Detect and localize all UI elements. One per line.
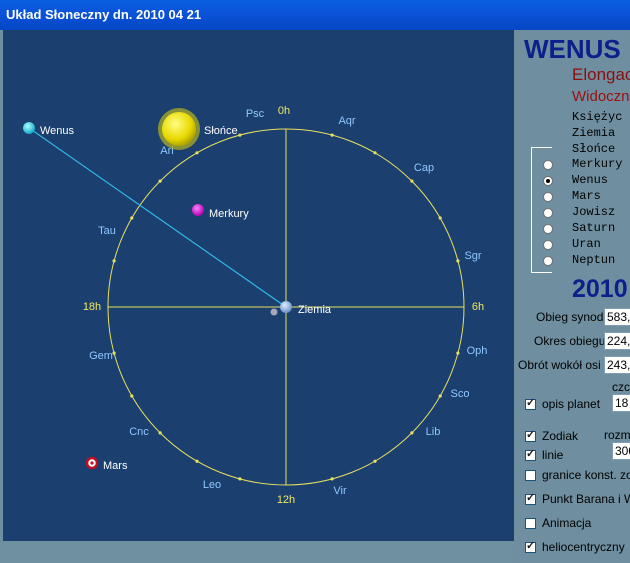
zodiac-label-sco: Sco [451, 388, 470, 400]
zodiac-label-oph: Oph [467, 345, 488, 357]
radio-neptun[interactable] [543, 256, 553, 266]
sky-chart: 0h 6h 12h 18h Psc Aqr Cap Sgr Oph Sco Li… [23, 105, 488, 506]
zodiac-tick [130, 394, 134, 398]
window-title: Układ Słoneczny dn. 2010 04 21 [6, 7, 202, 22]
venus-label: Wenus [40, 125, 75, 137]
checkbox-label-zodiak[interactable]: Zodiak [542, 429, 578, 443]
sky-view[interactable]: 0h 6h 12h 18h Psc Aqr Cap Sgr Oph Sco Li… [3, 30, 514, 541]
field-label-rotation: Obrót wokół osi [518, 358, 601, 372]
radio-merkury[interactable] [543, 160, 553, 170]
mars-label: Mars [103, 460, 128, 472]
zodiac-label-cnc: Cnc [129, 426, 149, 438]
checkbox-heliocentryczny[interactable] [525, 539, 536, 553]
field-label-synodic: Obieg synod. [536, 310, 607, 324]
zodiac-tick [195, 151, 199, 155]
rozm-field[interactable]: 300 [612, 442, 630, 460]
radio-wenus[interactable] [543, 176, 553, 186]
elongation-label: Elongac [572, 65, 630, 84]
zodiac-tick [158, 431, 162, 435]
zodiac-label-sgr: Sgr [464, 250, 481, 262]
mercury-icon [192, 204, 204, 216]
checkbox-label-linie[interactable]: linie [542, 448, 563, 462]
moon-icon [270, 308, 278, 316]
earth-label: Ziemia [298, 304, 332, 316]
year-display: 2010 [572, 275, 628, 303]
zodiac-tick [130, 216, 134, 220]
zodiac-label-lib: Lib [426, 426, 441, 438]
title-bar: Układ Słoneczny dn. 2010 04 21 [0, 0, 630, 30]
hour-label-6h: 6h [472, 301, 484, 313]
zodiac-label-tau: Tau [98, 225, 116, 237]
radio-label-neptun[interactable]: Neptun [572, 253, 615, 267]
zodiac-tick [158, 179, 162, 183]
zodiac-label-psc: Psc [246, 108, 265, 120]
zodiac-label-vir: Vir [333, 485, 347, 497]
zodiac-tick [410, 431, 414, 435]
zodiac-tick [195, 459, 199, 463]
zodiac-tick [112, 259, 116, 263]
radio-label-uran[interactable]: Uran [572, 237, 601, 251]
zodiac-tick [438, 216, 442, 220]
static-item-sun: Słońce [572, 142, 616, 156]
control-panel: WENUS Elongac Widoczn Księżyc Ziemia Sło… [514, 30, 630, 563]
zodiac-tick [238, 133, 242, 137]
checkbox-label-granice[interactable]: granice konst. zod [542, 468, 630, 482]
checkbox-label-opis-planet[interactable]: opis planet [542, 397, 600, 411]
static-item-earth: Ziemia [572, 126, 616, 140]
radio-label-mars[interactable]: Mars [572, 189, 601, 203]
checkbox-animacja[interactable] [525, 518, 536, 529]
mercury-label: Merkury [209, 208, 249, 220]
zodiac-label-cap: Cap [414, 162, 434, 174]
zodiac-label-aqr: Aqr [338, 115, 355, 127]
zodiac-label-gem: Gem [89, 350, 113, 362]
sun-label: Słońce [204, 125, 238, 137]
radio-uran[interactable] [543, 240, 553, 250]
checkbox-label-punkt-barana[interactable]: Punkt Barana i Wa [542, 492, 630, 506]
earth-icon [280, 301, 292, 313]
czc-field[interactable]: 18 [612, 394, 630, 412]
zodiac-tick [438, 394, 442, 398]
radio-label-jowisz[interactable]: Jowisz [572, 205, 615, 219]
checkbox-opis-planet[interactable] [525, 396, 536, 410]
hour-label-12h: 12h [277, 494, 295, 506]
zodiac-tick [330, 477, 334, 481]
radio-saturn[interactable] [543, 224, 553, 234]
checkbox-punkt-barana[interactable] [525, 491, 536, 505]
radio-jowisz[interactable] [543, 208, 553, 218]
rozm-label: rozmi [604, 428, 630, 442]
sun-icon [162, 112, 196, 146]
planet-name: WENUS [524, 34, 621, 64]
checkbox-label-animacja[interactable]: Animacja [542, 516, 591, 530]
zodiac-tick [410, 179, 414, 183]
zodiac-tick [112, 351, 116, 355]
static-item-moon: Księżyc [572, 110, 623, 124]
zodiac-tick [456, 351, 460, 355]
checkbox-label-heliocentryczny[interactable]: heliocentryczny [542, 540, 625, 554]
field-label-period: Okres obiegu [534, 334, 606, 348]
czc-label: czc [612, 380, 630, 394]
zodiac-tick [373, 151, 377, 155]
checkbox-granice[interactable] [525, 470, 536, 481]
radio-label-saturn[interactable]: Saturn [572, 221, 615, 235]
visibility-label: Widoczn [572, 88, 630, 105]
hour-label-18h: 18h [83, 301, 101, 313]
zodiac-tick [238, 477, 242, 481]
venus-icon [23, 122, 35, 134]
checkbox-linie[interactable] [525, 447, 536, 461]
radio-label-wenus[interactable]: Wenus [572, 173, 608, 187]
radio-mars[interactable] [543, 192, 553, 202]
checkbox-zodiak[interactable] [525, 428, 536, 442]
field-rotation[interactable]: 243,1 [604, 356, 630, 374]
zodiac-tick [330, 133, 334, 137]
field-period[interactable]: 224,7 [604, 332, 630, 350]
field-synodic[interactable]: 583,9 [604, 308, 630, 326]
zodiac-tick [456, 259, 460, 263]
zodiac-label-leo: Leo [203, 479, 221, 491]
zodiac-tick [373, 459, 377, 463]
hour-label-0h: 0h [278, 105, 290, 117]
radio-label-merkury[interactable]: Merkury [572, 157, 622, 171]
